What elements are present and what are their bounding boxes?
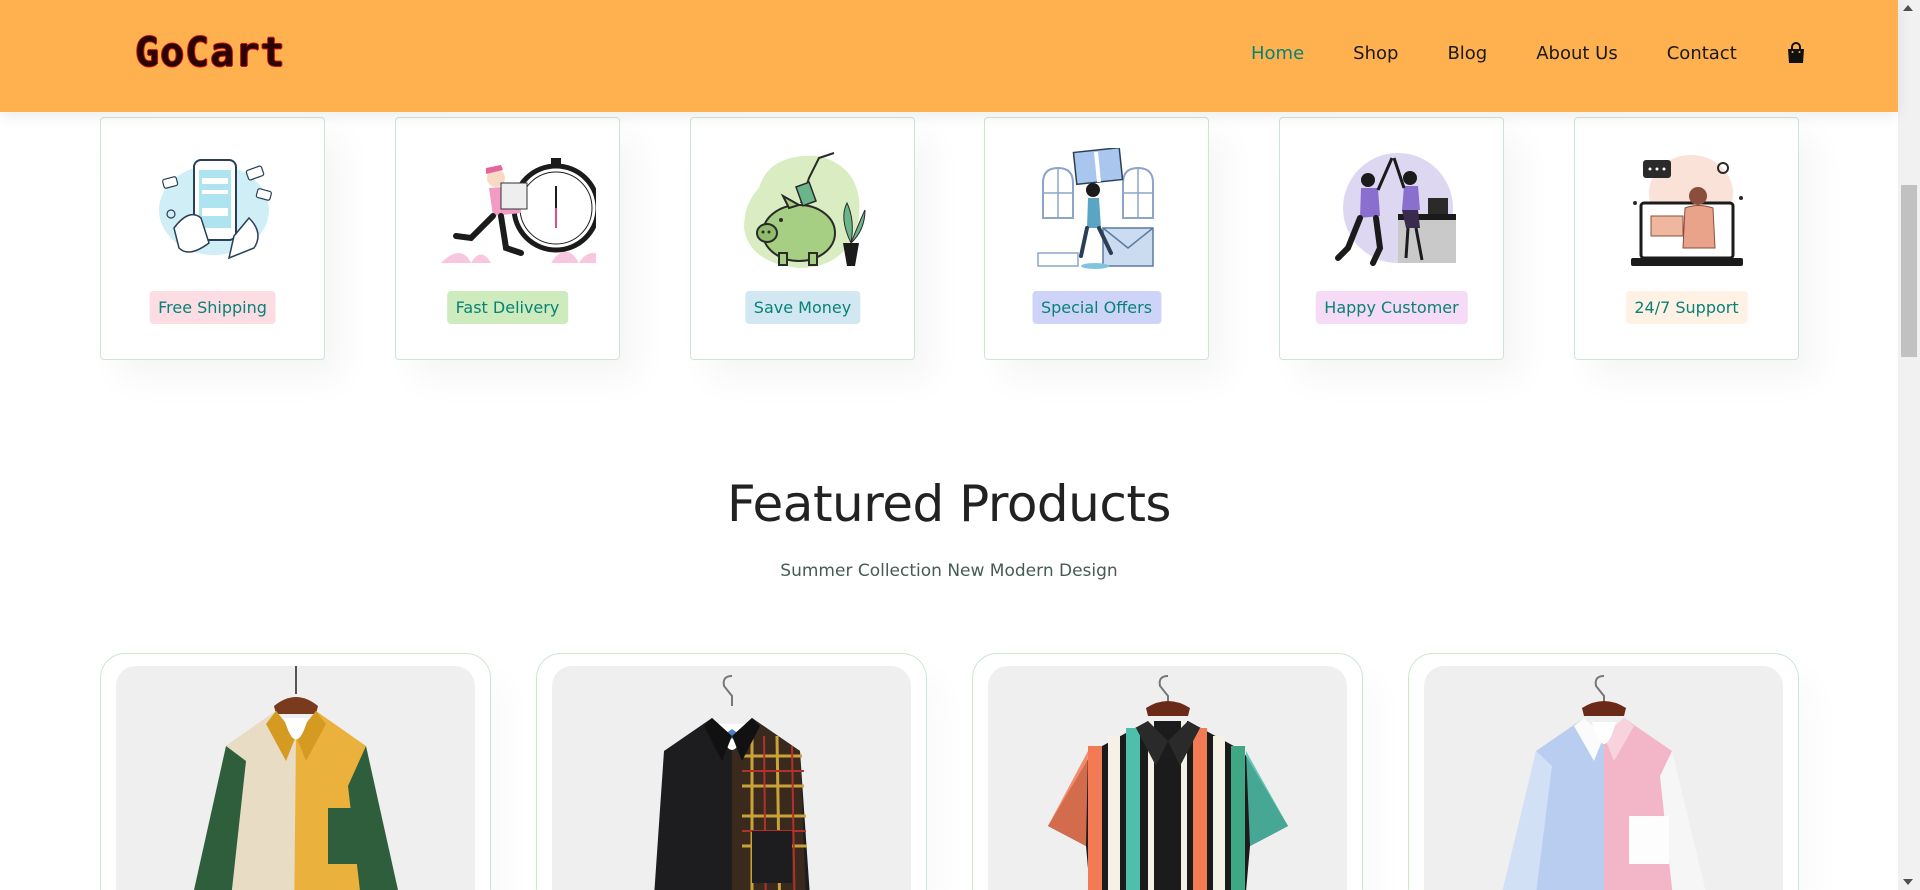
scroll-up-arrow-icon[interactable]: [1903, 5, 1913, 11]
feature-label: Save Money: [744, 291, 861, 324]
colorblock-shirt-yellow-green: [194, 666, 398, 890]
high-five-illustration: [1335, 153, 1456, 266]
striped-short-sleeve-shirt: [1048, 675, 1288, 890]
scroll-thumb[interactable]: [1901, 185, 1917, 357]
delivery-clock-illustration: [441, 158, 596, 263]
site-header: GoCart Home Shop Blog About Us Contact: [0, 0, 1898, 112]
feature-card-free-shipping: Free Shipping: [100, 117, 325, 360]
laptop-support-illustration: [1631, 155, 1743, 266]
gift-offer-illustration: [1037, 148, 1154, 269]
nav-about-us[interactable]: About Us: [1536, 43, 1618, 64]
feature-card-save-money: Save Money: [690, 117, 915, 360]
nav-home[interactable]: Home: [1251, 43, 1304, 64]
product-card[interactable]: [536, 653, 927, 890]
product-image[interactable]: [116, 666, 475, 890]
black-corduroy-plaid-shirt: [654, 675, 810, 890]
product-image[interactable]: [552, 666, 911, 890]
scroll-down-arrow-icon[interactable]: [1903, 879, 1913, 885]
section-subtitle: Summer Collection New Modern Design: [780, 561, 1118, 581]
product-card[interactable]: [972, 653, 1363, 890]
main-nav: Home Shop Blog About Us Contact: [1251, 42, 1806, 64]
nav-blog[interactable]: Blog: [1447, 43, 1487, 64]
feature-card-special-offers: Special Offers: [984, 117, 1209, 360]
product-image[interactable]: [1424, 666, 1783, 890]
feature-card-happy-customer: Happy Customer: [1279, 117, 1504, 360]
feature-card-fast-delivery: Fast Delivery: [395, 117, 620, 360]
vertical-scrollbar[interactable]: [1898, 0, 1920, 890]
feature-label: 24/7 Support: [1625, 291, 1748, 324]
feature-label: Special Offers: [1031, 291, 1162, 324]
blue-pink-colorblock-shirt: [1502, 675, 1706, 890]
shopping-bag-icon[interactable]: [1786, 42, 1806, 64]
nav-contact[interactable]: Contact: [1667, 43, 1737, 64]
payment-phone-illustration: [159, 159, 272, 260]
product-card[interactable]: [100, 653, 491, 890]
feature-label: Free Shipping: [149, 291, 276, 324]
product-image[interactable]: [988, 666, 1347, 890]
piggy-bank-illustration: [744, 152, 866, 268]
product-card[interactable]: [1408, 653, 1799, 890]
logo[interactable]: GoCart: [135, 30, 286, 76]
nav-shop[interactable]: Shop: [1353, 43, 1398, 64]
feature-card-support: 24/7 Support: [1574, 117, 1799, 360]
feature-label: Fast Delivery: [446, 291, 569, 324]
feature-label: Happy Customer: [1315, 291, 1468, 324]
section-title: Featured Products: [727, 475, 1171, 533]
